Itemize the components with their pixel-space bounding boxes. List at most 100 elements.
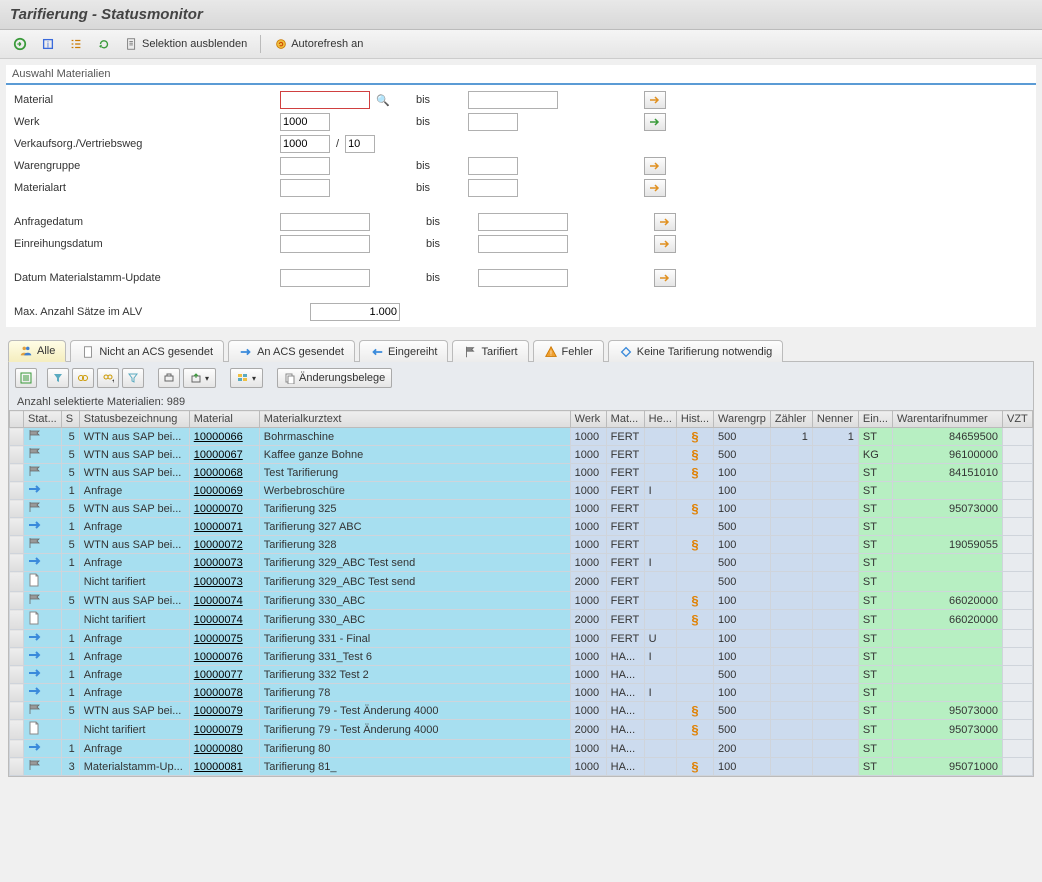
- row-selector[interactable]: [10, 630, 24, 648]
- material-cell[interactable]: 10000081: [189, 758, 259, 776]
- einreihung-multiple-button[interactable]: [654, 235, 676, 253]
- row-selector[interactable]: [10, 740, 24, 758]
- material-cell[interactable]: 10000074: [189, 592, 259, 610]
- table-row[interactable]: Nicht tarifiert10000074Tarifierung 330_A…: [10, 610, 1033, 630]
- table-row[interactable]: 5WTN aus SAP bei...10000074Tarifierung 3…: [10, 592, 1033, 610]
- table-row[interactable]: 1Anfrage10000080Tarifierung 801000HA...2…: [10, 740, 1033, 758]
- row-selector[interactable]: [10, 666, 24, 684]
- export-button[interactable]: ▾: [183, 368, 216, 388]
- col-wtn[interactable]: Warentarifnummer: [893, 411, 1003, 428]
- col-n[interactable]: Nenner: [812, 411, 858, 428]
- col-werk[interactable]: Werk: [570, 411, 606, 428]
- col-stat[interactable]: Stat...: [24, 411, 62, 428]
- material-cell[interactable]: 10000079: [189, 720, 259, 740]
- table-row[interactable]: 5WTN aus SAP bei...10000066Bohrmaschine1…: [10, 428, 1033, 446]
- find-button[interactable]: [72, 368, 94, 388]
- warengruppe-input[interactable]: [280, 157, 330, 175]
- col-material[interactable]: Material: [189, 411, 259, 428]
- refresh-button[interactable]: [92, 34, 116, 54]
- material-to-input[interactable]: [468, 91, 558, 109]
- material-cell[interactable]: 10000080: [189, 740, 259, 758]
- warengruppe-multiple-button[interactable]: [644, 157, 666, 175]
- aenderungsbelege-button[interactable]: Änderungsbelege: [277, 368, 392, 388]
- table-row[interactable]: 3Materialstamm-Up...10000081Tarifierung …: [10, 758, 1033, 776]
- col-wg[interactable]: Warengrp: [714, 411, 771, 428]
- row-selector[interactable]: [10, 702, 24, 720]
- row-selector[interactable]: [10, 536, 24, 554]
- hide-selection-button[interactable]: Selektion ausblenden: [120, 34, 252, 54]
- row-selector[interactable]: [10, 518, 24, 536]
- table-row[interactable]: 1Anfrage10000071Tarifierung 327 ABC1000F…: [10, 518, 1033, 536]
- select-all-header[interactable]: [10, 411, 24, 428]
- col-vzt[interactable]: VZT: [1003, 411, 1033, 428]
- col-ein[interactable]: Ein...: [858, 411, 892, 428]
- row-selector[interactable]: [10, 500, 24, 518]
- table-row[interactable]: 1Anfrage10000078Tarifierung 781000HA...I…: [10, 684, 1033, 702]
- table-row[interactable]: 1Anfrage10000073Tarifierung 329_ABC Test…: [10, 554, 1033, 572]
- tab-fehler[interactable]: ! Fehler: [533, 340, 604, 362]
- col-sb[interactable]: Statusbezeichnung: [79, 411, 189, 428]
- anfragedatum-input[interactable]: [280, 213, 370, 231]
- material-cell[interactable]: 10000078: [189, 684, 259, 702]
- row-selector[interactable]: [10, 758, 24, 776]
- vorg-input[interactable]: [280, 135, 330, 153]
- material-cell[interactable]: 10000068: [189, 464, 259, 482]
- col-hist[interactable]: Hist...: [676, 411, 713, 428]
- table-row[interactable]: Nicht tarifiert10000079Tarifierung 79 - …: [10, 720, 1033, 740]
- update-multiple-button[interactable]: [654, 269, 676, 287]
- row-selector[interactable]: [10, 648, 24, 666]
- einreihung-input[interactable]: [280, 235, 370, 253]
- tab-keine[interactable]: Keine Tarifierung notwendig: [608, 340, 784, 362]
- update-input[interactable]: [280, 269, 370, 287]
- material-cell[interactable]: 10000076: [189, 648, 259, 666]
- tab-tarifiert[interactable]: Tarifiert: [452, 340, 528, 362]
- material-input[interactable]: [280, 91, 370, 109]
- table-row[interactable]: 5WTN aus SAP bei...10000068Test Tarifier…: [10, 464, 1033, 482]
- col-txt[interactable]: Materialkurztext: [259, 411, 570, 428]
- table-row[interactable]: 1Anfrage10000077Tarifierung 332 Test 210…: [10, 666, 1033, 684]
- material-cell[interactable]: 10000067: [189, 446, 259, 464]
- find-next-button[interactable]: +: [97, 368, 119, 388]
- row-selector[interactable]: [10, 610, 24, 630]
- sort-asc-button[interactable]: [47, 368, 69, 388]
- tab-eingereiht[interactable]: Eingereiht: [359, 340, 449, 362]
- table-row[interactable]: 5WTN aus SAP bei...10000079Tarifierung 7…: [10, 702, 1033, 720]
- col-z[interactable]: Zähler: [770, 411, 812, 428]
- material-cell[interactable]: 10000075: [189, 630, 259, 648]
- col-he[interactable]: He...: [644, 411, 676, 428]
- material-multiple-button[interactable]: [644, 91, 666, 109]
- table-row[interactable]: 5WTN aus SAP bei...10000072Tarifierung 3…: [10, 536, 1033, 554]
- row-selector[interactable]: [10, 554, 24, 572]
- row-selector[interactable]: [10, 428, 24, 446]
- material-cell[interactable]: 10000072: [189, 536, 259, 554]
- anfragedatum-multiple-button[interactable]: [654, 213, 676, 231]
- col-s[interactable]: S: [61, 411, 79, 428]
- table-row[interactable]: 1Anfrage10000076Tarifierung 331_Test 610…: [10, 648, 1033, 666]
- autorefresh-button[interactable]: Autorefresh an: [269, 34, 368, 54]
- material-cell[interactable]: 10000079: [189, 702, 259, 720]
- warengruppe-to-input[interactable]: [468, 157, 518, 175]
- search-icon[interactable]: 🔍: [376, 94, 390, 107]
- material-cell[interactable]: 10000066: [189, 428, 259, 446]
- werk-multiple-button[interactable]: [644, 113, 666, 131]
- table-row[interactable]: 5WTN aus SAP bei...10000067Kaffee ganze …: [10, 446, 1033, 464]
- vtweg-input[interactable]: [345, 135, 375, 153]
- material-cell[interactable]: 10000074: [189, 610, 259, 630]
- table-row[interactable]: 1Anfrage10000069Werbebroschüre1000FERTI1…: [10, 482, 1033, 500]
- row-selector[interactable]: [10, 464, 24, 482]
- material-cell[interactable]: 10000077: [189, 666, 259, 684]
- row-selector[interactable]: [10, 482, 24, 500]
- table-row[interactable]: 1Anfrage10000075Tarifierung 331 - Final1…: [10, 630, 1033, 648]
- material-cell[interactable]: 10000069: [189, 482, 259, 500]
- tab-gesendet[interactable]: An ACS gesendet: [228, 340, 355, 362]
- table-row[interactable]: Nicht tarifiert10000073Tarifierung 329_A…: [10, 572, 1033, 592]
- material-cell[interactable]: 10000071: [189, 518, 259, 536]
- material-cell[interactable]: 10000073: [189, 554, 259, 572]
- print-button[interactable]: [158, 368, 180, 388]
- list-button[interactable]: [64, 34, 88, 54]
- materialart-multiple-button[interactable]: [644, 179, 666, 197]
- filter-button[interactable]: [122, 368, 144, 388]
- materialart-input[interactable]: [280, 179, 330, 197]
- max-input[interactable]: [310, 303, 400, 321]
- werk-to-input[interactable]: [468, 113, 518, 131]
